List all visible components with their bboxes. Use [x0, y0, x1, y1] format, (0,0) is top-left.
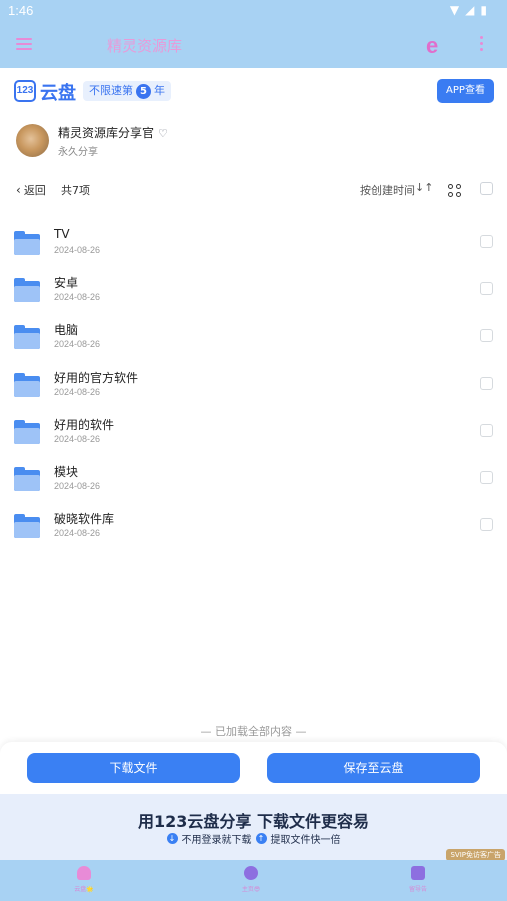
loaded-all-note: — 已加载全部内容 — [200, 725, 307, 738]
file-name: 模块 [54, 465, 79, 479]
action-bar: 下载文件 保存至云盘 [0, 742, 507, 794]
file-toolbar: ‹ 返回 共7项 按创建时间 ↓↑ [0, 178, 507, 202]
back-label: 返回 [23, 184, 46, 197]
nav-label: 留导告 [408, 886, 427, 893]
nav-label: 主页😎 [241, 886, 261, 893]
speed-badge-prefix: 不限速第 [89, 84, 133, 97]
promo-point-1: 不用登录就下载 [181, 835, 252, 846]
profile-icon [411, 866, 425, 880]
sharer-name: 精灵资源库分享官 [58, 126, 155, 140]
select-all-checkbox[interactable] [480, 182, 493, 195]
menu-icon[interactable] [16, 38, 32, 50]
app-bar: 精灵资源库 e [0, 22, 507, 68]
sharer-info: 精灵资源库分享官 ♡ 永久分享 [0, 118, 507, 166]
folder-icon [14, 278, 40, 302]
logo-text: 云盘 [40, 83, 76, 104]
sort-button[interactable]: 按创建时间 [360, 182, 415, 198]
folder-icon [14, 325, 40, 349]
file-date: 2024-08-26 [54, 245, 101, 255]
download-button[interactable]: 下载文件 [27, 753, 240, 783]
more-options-icon[interactable] [480, 36, 484, 54]
speed-badge-number: 5 [136, 83, 151, 99]
speed-badge-suffix: 年 [154, 84, 165, 97]
nav-label: 云盘🌟 [74, 886, 94, 893]
file-date: 2024-08-26 [54, 481, 101, 491]
file-date: 2024-08-26 [54, 292, 101, 302]
speed-arrow-icon: ↑ [255, 833, 267, 844]
battery-icon: ▮ [480, 3, 487, 17]
file-checkbox[interactable] [480, 424, 493, 437]
status-icons: ▼ ◢ ▮ [450, 3, 487, 17]
file-checkbox[interactable] [480, 282, 493, 295]
file-name: TV [54, 227, 70, 241]
status-time: 1:46 [8, 3, 34, 18]
diamond-icon: ♡ [158, 127, 168, 140]
folder-icon [14, 514, 40, 538]
save-to-cloud-button[interactable]: 保存至云盘 [267, 753, 480, 783]
folder-icon [14, 231, 40, 255]
file-row[interactable]: 电脑 2024-08-26 [0, 321, 507, 361]
logo-digits: 123 [14, 80, 36, 102]
file-row[interactable]: 安卓 2024-08-26 [0, 274, 507, 314]
folder-icon [14, 467, 40, 491]
cloud-icon [77, 866, 91, 880]
file-name: 电脑 [54, 323, 79, 337]
sharer-name-row: 精灵资源库分享官 ♡ [58, 124, 168, 141]
back-button[interactable]: ‹ 返回 [16, 182, 46, 198]
promo-title: 用123云盘分享 下载文件更容易 [138, 812, 369, 831]
file-checkbox[interactable] [480, 377, 493, 390]
sort-order-icon[interactable]: ↓↑ [415, 181, 433, 194]
file-row[interactable]: 模块 2024-08-26 [0, 463, 507, 503]
brand-row: 123 云盘 不限速第 5 年 APP查看 [0, 70, 507, 112]
browser-e-icon[interactable]: e [426, 33, 438, 59]
item-count: 共7项 [61, 184, 90, 197]
promo-subtitle: ↓ 不用登录就下载 ↑ 提取文件快一倍 [0, 831, 507, 846]
app-view-button[interactable]: APP查看 [437, 79, 494, 103]
download-arrow-icon: ↓ [166, 833, 178, 844]
file-date: 2024-08-26 [54, 339, 101, 349]
file-row[interactable]: 破晓软件库 2024-08-26 [0, 510, 507, 550]
file-row[interactable]: 好用的官方软件 2024-08-26 [0, 369, 507, 409]
folder-icon [14, 373, 40, 397]
file-checkbox[interactable] [480, 235, 493, 248]
promo-point-2: 提取文件快一倍 [270, 835, 341, 846]
speed-badge: 不限速第 5 年 [83, 81, 171, 101]
file-name: 安卓 [54, 276, 79, 290]
status-bar: 1:46 ▼ ◢ ▮ [0, 0, 507, 22]
file-checkbox[interactable] [480, 329, 493, 342]
avatar[interactable] [16, 124, 49, 157]
home-icon [244, 866, 258, 880]
file-name: 破晓软件库 [54, 512, 115, 526]
file-name: 好用的官方软件 [54, 371, 139, 385]
folder-icon [14, 420, 40, 444]
file-checkbox[interactable] [480, 518, 493, 531]
promo-banner[interactable]: 用123云盘分享 下载文件更容易 ↓ 不用登录就下载 ↑ 提取文件快一倍 SVI… [0, 794, 507, 861]
file-row[interactable]: 好用的软件 2024-08-26 [0, 416, 507, 456]
file-date: 2024-08-26 [54, 387, 101, 397]
file-date: 2024-08-26 [54, 528, 101, 538]
wifi-icon: ▼ [449, 3, 460, 17]
nav-item-home[interactable]: 主页😎 [211, 866, 291, 893]
nav-item-profile[interactable]: 留导告 [378, 866, 458, 893]
grid-view-icon[interactable] [448, 184, 461, 197]
nav-item-cloud[interactable]: 云盘🌟 [44, 866, 124, 893]
app-title: 精灵资源库 [107, 37, 183, 55]
chevron-left-icon: ‹ [16, 183, 21, 197]
signal-icon: ◢ [465, 3, 475, 17]
file-checkbox[interactable] [480, 471, 493, 484]
file-name: 好用的软件 [54, 418, 115, 432]
sharer-subtitle: 永久分享 [58, 147, 98, 158]
file-date: 2024-08-26 [54, 434, 101, 444]
bottom-nav: 云盘🌟 主页😎 留导告 [0, 860, 507, 901]
file-row[interactable]: TV 2024-08-26 [0, 227, 507, 267]
